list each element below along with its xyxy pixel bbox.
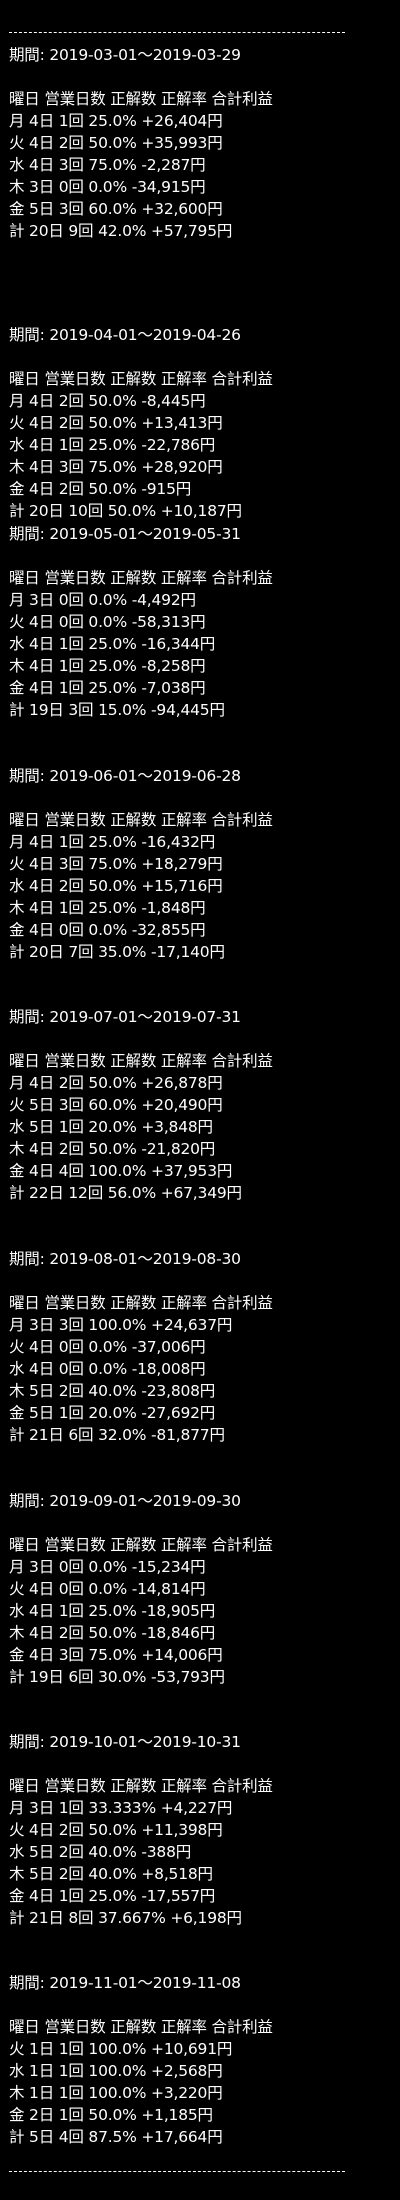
total-row: 計 21日 6回 32.0% -81,877円 (9, 1426, 225, 1444)
total-row: 計 20日 10回 50.0% +10,187円 (9, 502, 242, 520)
table-header: 曜日 営業日数 正解数 正解率 合計利益 (9, 1777, 273, 1795)
table-header: 曜日 営業日数 正解数 正解率 合計利益 (9, 569, 273, 587)
weekday-row: 金 5日 1回 20.0% -27,692円 (9, 1404, 216, 1422)
period-section: 期間: 2019-03-01～2019-03-29 曜日 営業日数 正解数 正解率… (9, 44, 389, 242)
weekday-row: 火 4日 0回 0.0% -58,313円 (9, 613, 206, 631)
weekday-row: 月 3日 0回 0.0% -4,492円 (9, 591, 196, 609)
weekday-row: 火 4日 2回 50.0% +13,413円 (9, 414, 223, 432)
period-line: 期間: 2019-05-01～2019-05-31 (9, 525, 241, 543)
weekday-row: 木 4日 1回 25.0% -8,258円 (9, 657, 206, 675)
period-line: 期間: 2019-09-01～2019-09-30 (9, 1492, 241, 1510)
weekday-row: 月 3日 3回 100.0% +24,637円 (9, 1316, 233, 1334)
period-section: 期間: 2019-04-01～2019-04-26 曜日 営業日数 正解数 正解率… (9, 324, 389, 522)
table-header: 曜日 営業日数 正解数 正解率 合計利益 (9, 1536, 273, 1554)
total-row: 計 20日 9回 42.0% +57,795円 (9, 222, 233, 240)
weekday-row: 木 3日 0回 0.0% -34,915円 (9, 178, 206, 196)
period-line: 期間: 2019-06-01～2019-06-28 (9, 767, 241, 785)
weekday-row: 木 1日 1回 100.0% +3,220円 (9, 2084, 223, 2102)
table-header: 曜日 営業日数 正解数 正解率 合計利益 (9, 2018, 273, 2036)
weekday-row: 水 4日 1回 25.0% -18,905円 (9, 1602, 216, 1620)
weekday-row: 水 4日 2回 50.0% +15,716円 (9, 877, 223, 895)
weekday-row: 水 5日 1回 20.0% +3,848円 (9, 1118, 213, 1136)
weekday-row: 水 4日 0回 0.0% -18,008円 (9, 1360, 206, 1378)
weekday-row: 金 4日 0回 0.0% -32,855円 (9, 921, 206, 939)
total-row: 計 21日 8回 37.667% +6,198円 (9, 1909, 242, 1927)
weekday-row: 水 4日 1回 25.0% -22,786円 (9, 436, 216, 454)
total-row: 計 22日 12回 56.0% +67,349円 (9, 1184, 242, 1202)
period-section: 期間: 2019-05-01～2019-05-31 曜日 営業日数 正解数 正解率… (9, 523, 389, 721)
period-line: 期間: 2019-04-01～2019-04-26 (9, 326, 241, 344)
weekday-row: 金 2日 1回 50.0% +1,185円 (9, 2106, 213, 2124)
weekday-row: 金 4日 1回 25.0% -7,038円 (9, 679, 206, 697)
weekday-row: 金 5日 3回 60.0% +32,600円 (9, 200, 223, 218)
weekday-row: 火 4日 0回 0.0% -37,006円 (9, 1338, 206, 1356)
weekday-row: 金 4日 1回 25.0% -17,557円 (9, 1887, 216, 1905)
weekday-row: 月 3日 1回 33.333% +4,227円 (9, 1799, 233, 1817)
period-line: 期間: 2019-10-01～2019-10-31 (9, 1733, 241, 1751)
period-line: 期間: 2019-07-01～2019-07-31 (9, 1008, 241, 1026)
period-line: 期間: 2019-11-01～2019-11-08 (9, 1974, 241, 1992)
period-section: 期間: 2019-11-01～2019-11-08 曜日 営業日数 正解数 正解率… (9, 1972, 389, 2148)
weekday-row: 木 5日 2回 40.0% +8,518円 (9, 1865, 213, 1883)
weekday-row: 月 3日 0回 0.0% -15,234円 (9, 1558, 206, 1576)
weekday-row: 火 1日 1回 100.0% +10,691円 (9, 2040, 233, 2058)
weekday-row: 木 4日 1回 25.0% -1,848円 (9, 899, 206, 917)
weekday-row: 水 4日 1回 25.0% -16,344円 (9, 635, 216, 653)
weekday-row: 金 4日 2回 50.0% -915円 (9, 480, 192, 498)
table-header: 曜日 営業日数 正解数 正解率 合計利益 (9, 1052, 273, 1070)
table-header: 曜日 営業日数 正解数 正解率 合計利益 (9, 370, 273, 388)
weekday-row: 木 5日 2回 40.0% -23,808円 (9, 1382, 216, 1400)
period-line: 期間: 2019-03-01～2019-03-29 (9, 46, 241, 64)
top-separator (9, 32, 345, 33)
weekday-row: 火 5日 3回 60.0% +20,490円 (9, 1096, 223, 1114)
period-section: 期間: 2019-08-01～2019-08-30 曜日 営業日数 正解数 正解率… (9, 1248, 389, 1446)
weekday-row: 金 4日 3回 75.0% +14,006円 (9, 1646, 223, 1664)
period-section: 期間: 2019-07-01～2019-07-31 曜日 営業日数 正解数 正解率… (9, 1006, 389, 1204)
total-row: 計 19日 6回 30.0% -53,793円 (9, 1668, 225, 1686)
total-row: 計 19日 3回 15.0% -94,445円 (9, 701, 225, 719)
period-section: 期間: 2019-10-01～2019-10-31 曜日 営業日数 正解数 正解率… (9, 1731, 389, 1929)
bottom-separator (9, 2171, 345, 2172)
period-section: 期間: 2019-09-01～2019-09-30 曜日 営業日数 正解数 正解率… (9, 1490, 389, 1688)
weekday-row: 水 4日 3回 75.0% -2,287円 (9, 156, 206, 174)
weekday-row: 火 4日 3回 75.0% +18,279円 (9, 855, 223, 873)
table-header: 曜日 営業日数 正解数 正解率 合計利益 (9, 90, 273, 108)
weekday-row: 火 4日 2回 50.0% +35,993円 (9, 134, 223, 152)
period-line: 期間: 2019-08-01～2019-08-30 (9, 1250, 241, 1268)
weekday-row: 火 4日 0回 0.0% -14,814円 (9, 1580, 206, 1598)
weekday-row: 月 4日 2回 50.0% -8,445円 (9, 392, 206, 410)
table-header: 曜日 営業日数 正解数 正解率 合計利益 (9, 811, 273, 829)
weekday-row: 水 5日 2回 40.0% -388円 (9, 1843, 192, 1861)
weekday-row: 火 4日 2回 50.0% +11,398円 (9, 1821, 223, 1839)
report-page: 期間: 2019-03-01～2019-03-29 曜日 営業日数 正解数 正解率… (0, 0, 400, 2200)
weekday-row: 月 4日 2回 50.0% +26,878円 (9, 1074, 223, 1092)
period-section: 期間: 2019-06-01～2019-06-28 曜日 営業日数 正解数 正解率… (9, 765, 389, 963)
table-header: 曜日 営業日数 正解数 正解率 合計利益 (9, 1294, 273, 1312)
weekday-row: 木 4日 3回 75.0% +28,920円 (9, 458, 223, 476)
weekday-row: 月 4日 1回 25.0% -16,432円 (9, 833, 216, 851)
total-row: 計 5日 4回 87.5% +17,664円 (9, 2128, 223, 2146)
weekday-row: 金 4日 4回 100.0% +37,953円 (9, 1162, 233, 1180)
total-row: 計 20日 7回 35.0% -17,140円 (9, 943, 225, 961)
weekday-row: 水 1日 1回 100.0% +2,568円 (9, 2062, 223, 2080)
weekday-row: 木 4日 2回 50.0% -18,846円 (9, 1624, 216, 1642)
weekday-row: 木 4日 2回 50.0% -21,820円 (9, 1140, 216, 1158)
weekday-row: 月 4日 1回 25.0% +26,404円 (9, 112, 223, 130)
